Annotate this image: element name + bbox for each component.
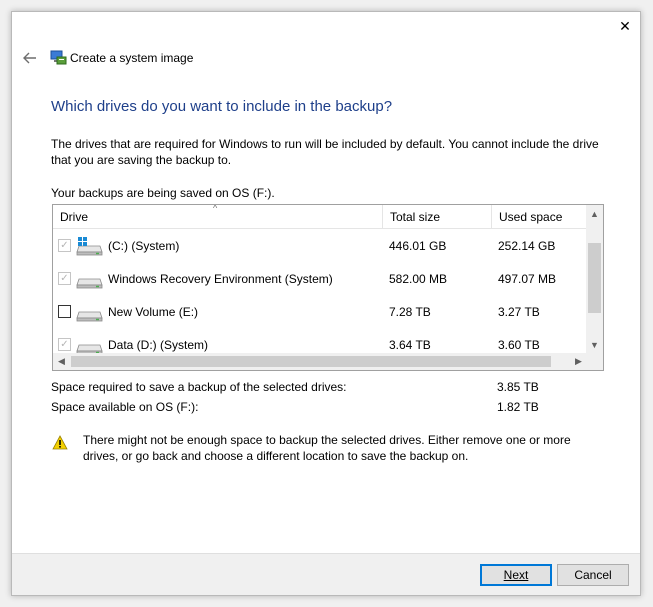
drive-checkbox: ✓: [58, 272, 71, 285]
space-available-label: Space available on OS (F:):: [51, 400, 199, 414]
space-required-label: Space required to save a backup of the s…: [51, 380, 347, 394]
horizontal-scroll-thumb[interactable]: [71, 356, 551, 367]
column-header-total-size[interactable]: Total size: [382, 205, 491, 229]
hard-drive-icon: [76, 311, 103, 322]
backup-location-text: Your backups are being saved on OS (F:).: [51, 186, 275, 200]
column-header-used-space[interactable]: Used space: [491, 205, 587, 229]
scroll-down-icon[interactable]: ▼: [586, 336, 603, 353]
horizontal-scrollbar[interactable]: ◀ ▶: [53, 353, 587, 370]
space-available-value: 1.82 TB: [497, 400, 539, 414]
cancel-button[interactable]: Cancel: [557, 564, 629, 586]
list-header: Drive ^ Total size Used space: [53, 205, 587, 229]
drive-checkbox: ✓: [58, 239, 71, 252]
wizard-title: Create a system image: [70, 51, 194, 65]
close-button[interactable]: ✕: [610, 12, 640, 40]
drive-total-size: 446.01 GB: [389, 238, 447, 253]
scroll-left-icon[interactable]: ◀: [53, 353, 70, 370]
next-button[interactable]: Next: [480, 564, 552, 586]
drive-row[interactable]: ✓ (C:) (System) 446.01 GB 252.14 GB: [53, 229, 587, 262]
vertical-scrollbar[interactable]: ▲ ▼: [586, 205, 603, 353]
drive-used-space: 3.27 TB: [498, 304, 540, 319]
drive-name: (C:) (System): [108, 238, 180, 253]
drive-checkbox: ✓: [58, 338, 71, 351]
scrollbar-corner: [586, 353, 603, 370]
hard-drive-icon: [76, 278, 103, 289]
windows-drive-icon: [76, 237, 103, 256]
hard-drive-icon: [76, 344, 103, 355]
drive-used-space: 497.07 MB: [498, 271, 557, 286]
warning-icon: [52, 435, 68, 450]
create-system-image-window: ✕ Create a system image Which drives do …: [11, 11, 641, 596]
drive-used-space: 252.14 GB: [498, 238, 556, 253]
drive-name: Windows Recovery Environment (System): [108, 271, 333, 286]
back-arrow-icon: [23, 52, 36, 64]
vertical-scroll-thumb[interactable]: [588, 243, 601, 313]
drive-total-size: 582.00 MB: [389, 271, 448, 286]
drive-row[interactable]: New Volume (E:) 7.28 TB 3.27 TB: [53, 295, 587, 328]
drive-list[interactable]: Drive ^ Total size Used space ✓ (C:) (Sys…: [52, 204, 604, 371]
drive-checkbox[interactable]: [58, 305, 71, 318]
warning-text: There might not be enough space to backu…: [83, 433, 571, 463]
back-button[interactable]: [20, 49, 40, 67]
button-bar: Next Cancel: [12, 553, 640, 595]
column-header-drive[interactable]: Drive ^: [53, 205, 382, 229]
page-heading: Which drives do you want to include in t…: [51, 98, 393, 115]
drive-row[interactable]: ✓ Windows Recovery Environment (System) 58…: [53, 262, 587, 295]
scroll-right-icon[interactable]: ▶: [570, 353, 587, 370]
description-text: The drives that are required for Windows…: [51, 137, 599, 167]
system-image-icon: [50, 50, 67, 65]
scroll-up-icon[interactable]: ▲: [586, 205, 603, 222]
sort-ascending-icon: ^: [213, 204, 218, 213]
space-required-value: 3.85 TB: [497, 380, 539, 394]
drive-total-size: 7.28 TB: [389, 304, 431, 319]
close-icon: ✕: [619, 17, 631, 34]
drive-name: New Volume (E:): [108, 304, 199, 319]
